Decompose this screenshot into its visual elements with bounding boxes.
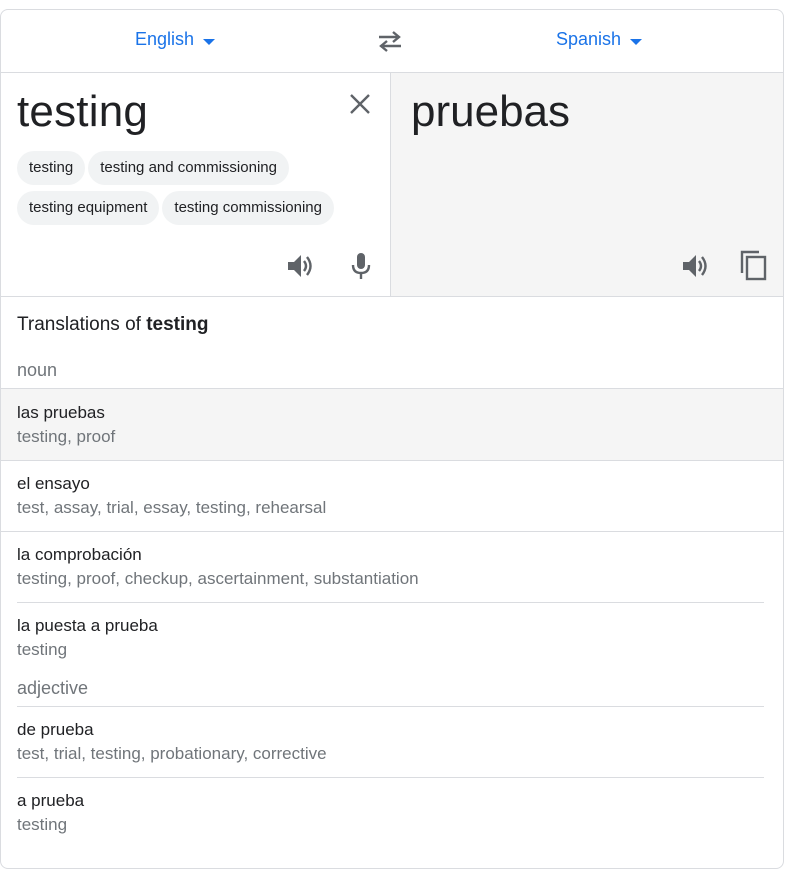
source-panel: testing testing testing and commissioning…	[1, 73, 390, 296]
dictionary-title-word: testing	[146, 314, 209, 335]
entry-synonyms: testing, proof, checkup, ascertainment, …	[17, 569, 419, 588]
target-language-label: Spanish	[556, 29, 622, 49]
dictionary-entry[interactable]: el ensayo test, assay, trial, essay, tes…	[1, 460, 783, 531]
entry-synonyms: testing	[17, 815, 68, 834]
chevron-down-icon	[630, 38, 643, 45]
entry-word: las pruebas	[17, 403, 105, 422]
dictionary-entry[interactable]: las pruebas testing, proof	[1, 389, 783, 460]
speaker-icon	[288, 255, 312, 277]
source-text-input[interactable]: testing	[17, 87, 148, 137]
copy-icon	[740, 250, 767, 281]
suggestion-chip[interactable]: testing and commissioning	[88, 151, 289, 185]
dictionary-entry[interactable]: la comprobación testing, proof, checkup,…	[1, 531, 783, 602]
microphone-icon	[351, 253, 371, 279]
entry-synonyms: testing	[17, 640, 68, 659]
dictionary-entry[interactable]: la puesta a prueba testing	[1, 602, 783, 673]
source-language-selector[interactable]: English	[135, 29, 216, 50]
suggestion-chip[interactable]: testing	[17, 151, 86, 185]
dictionary-entry[interactable]: de prueba test, trial, testing, probatio…	[1, 706, 783, 777]
chevron-down-icon	[203, 38, 216, 45]
close-icon	[350, 94, 370, 114]
entry-word: la comprobación	[17, 545, 142, 564]
voice-input-button[interactable]	[346, 251, 376, 281]
target-language-selector[interactable]: Spanish	[556, 29, 643, 50]
target-panel: pruebas	[390, 73, 783, 296]
listen-source-button[interactable]	[285, 251, 315, 281]
translation-output: pruebas	[411, 87, 571, 136]
swap-arrows-icon	[379, 31, 401, 52]
dictionary-entry[interactable]: a prueba testing	[1, 777, 783, 848]
entry-synonyms: test, trial, testing, probationary, corr…	[17, 744, 327, 763]
speaker-icon	[683, 255, 707, 277]
listen-target-button[interactable]	[680, 251, 710, 281]
entry-synonyms: test, assay, trial, essay, testing, rehe…	[17, 498, 327, 517]
clear-source-button[interactable]	[347, 91, 373, 117]
entry-word: la puesta a prueba	[17, 616, 158, 635]
translate-card: English Spanish testing testing testing …	[0, 9, 784, 869]
suggestion-chip[interactable]: testing equipment	[17, 191, 160, 225]
copy-translation-button[interactable]	[739, 249, 769, 281]
dictionary-title: Translations of testing	[17, 314, 209, 335]
suggestion-chips: testing testing and commissioning testing…	[17, 151, 377, 231]
part-of-speech-label: noun	[17, 360, 58, 380]
translation-panels: testing testing testing and commissioning…	[1, 72, 783, 297]
suggestion-chip[interactable]: testing commissioning	[162, 191, 334, 225]
swap-languages-button[interactable]	[375, 28, 405, 54]
entry-word: a prueba	[17, 791, 85, 810]
entry-word: de prueba	[17, 720, 94, 739]
part-of-speech-label: adjective	[17, 678, 89, 698]
entry-synonyms: testing, proof	[17, 427, 116, 446]
source-language-label: English	[135, 29, 195, 49]
entry-word: el ensayo	[17, 474, 90, 493]
language-bar: English Spanish	[1, 10, 783, 72]
